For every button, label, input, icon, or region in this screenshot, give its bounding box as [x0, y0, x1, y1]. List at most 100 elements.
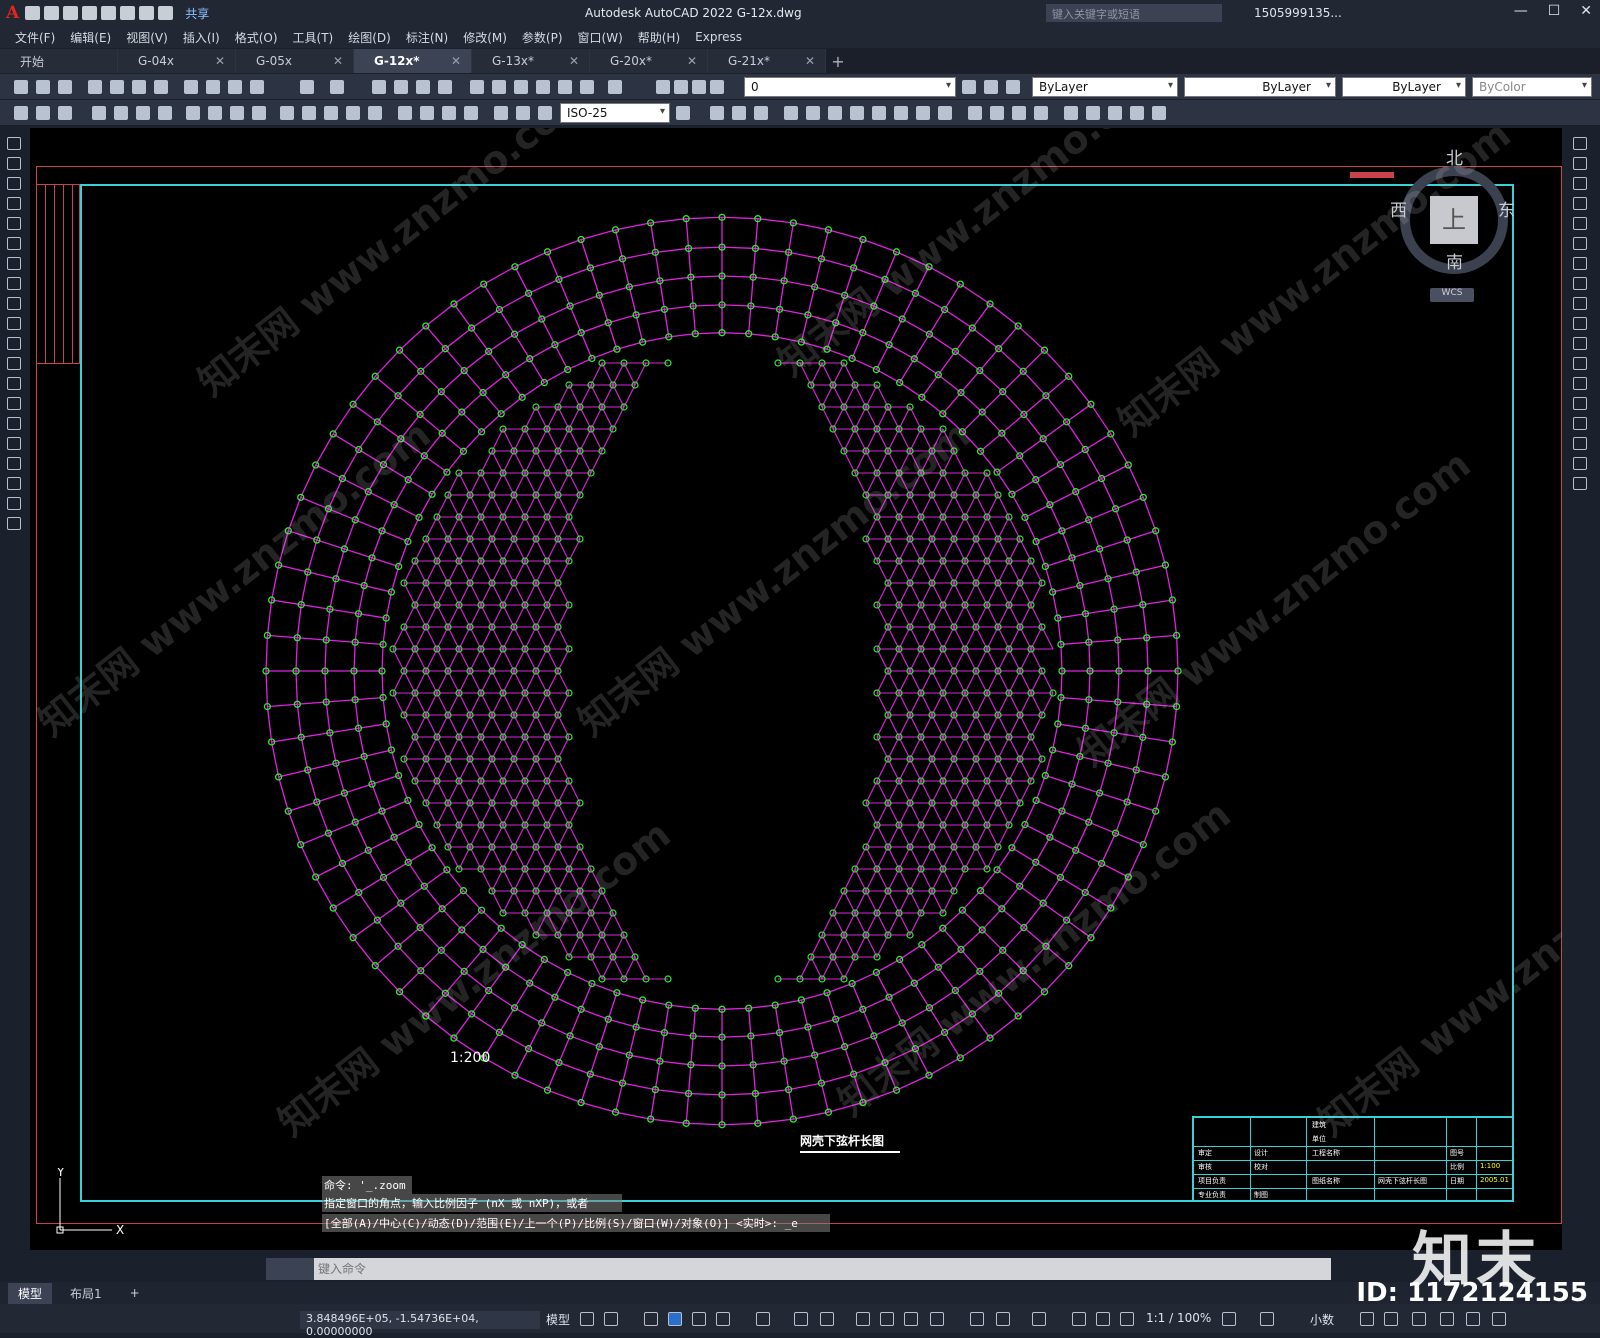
spline-icon[interactable] [7, 297, 21, 310]
solid-edit-icon[interactable] [938, 106, 952, 120]
blend-icon[interactable] [1573, 457, 1587, 470]
layer-on-icon[interactable] [656, 80, 670, 94]
isodraft-icon[interactable] [756, 1312, 770, 1326]
save-icon[interactable] [63, 6, 79, 20]
radius-dim-icon[interactable] [186, 106, 200, 120]
zoom-window-icon[interactable] [416, 80, 430, 94]
jogged-linear-icon[interactable] [464, 106, 478, 120]
copy-icon[interactable] [1573, 157, 1587, 170]
ucs-icon[interactable] [1152, 106, 1166, 120]
annotation-visibility-icon[interactable] [1072, 1312, 1086, 1326]
dim-update-icon[interactable] [538, 106, 552, 120]
annotation-scale-icon[interactable] [1120, 1312, 1134, 1326]
quick-properties-icon[interactable] [1360, 1312, 1374, 1326]
dim-space-icon[interactable] [346, 106, 360, 120]
tab-g-20x[interactable]: G-20x* ✕ [590, 49, 708, 73]
redo-icon[interactable] [330, 80, 344, 94]
tolerance-icon[interactable] [398, 106, 412, 120]
open-icon[interactable] [36, 80, 50, 94]
solid-edit-icon[interactable] [850, 106, 864, 120]
menu-express[interactable]: Express [695, 30, 742, 44]
array-icon[interactable] [1573, 217, 1587, 230]
menu-insert[interactable]: 插入(I) [183, 29, 220, 46]
zoom-previous-icon[interactable] [438, 80, 452, 94]
plot-preview-icon[interactable] [110, 80, 124, 94]
customization-icon[interactable] [1492, 1312, 1506, 1326]
selection-cycling-icon[interactable] [904, 1312, 918, 1326]
object-icon[interactable] [14, 106, 28, 120]
break-icon[interactable] [1573, 377, 1587, 390]
quickcalc-icon[interactable] [580, 80, 594, 94]
join-icon[interactable] [1573, 397, 1587, 410]
dim-style-icon[interactable] [676, 106, 690, 120]
selection-filter-icon[interactable] [996, 1312, 1010, 1326]
tab-g-21x[interactable]: G-21x* ✕ [708, 49, 826, 73]
plot-icon[interactable] [88, 80, 102, 94]
ellipse-icon[interactable] [7, 317, 21, 330]
minimize-icon[interactable]: — [1514, 3, 1528, 19]
dynamic-input-icon[interactable] [668, 1312, 682, 1326]
print-icon[interactable] [120, 6, 136, 20]
design-center-icon[interactable] [492, 80, 506, 94]
move-icon[interactable] [1573, 237, 1587, 250]
lock-ui-icon[interactable] [1384, 1312, 1398, 1326]
make-block-icon[interactable] [7, 377, 21, 390]
drawing-canvas[interactable]: 1:200 网壳下弦杆长图 建筑 单位 工程名称 审定 审核 项目负责 专业负责… [30, 128, 1562, 1250]
tab-g-05x[interactable]: G-05x ✕ [236, 49, 354, 73]
baseline-dim-icon[interactable] [302, 106, 316, 120]
units-dropdown[interactable]: 小数 [1310, 1311, 1334, 1328]
insert-block-icon[interactable] [7, 357, 21, 370]
polygon-icon[interactable] [7, 197, 21, 210]
new-icon[interactable] [25, 6, 41, 20]
layer-properties-icon[interactable] [962, 80, 976, 94]
make-current-icon[interactable] [984, 80, 998, 94]
render-icon[interactable] [990, 106, 1004, 120]
ucs-icon[interactable] [1086, 106, 1100, 120]
undo-icon[interactable] [300, 80, 314, 94]
solid-edit-icon[interactable] [784, 106, 798, 120]
scale-icon[interactable] [1573, 277, 1587, 290]
dynamic-ucs-icon[interactable] [970, 1312, 984, 1326]
redo-icon[interactable] [158, 6, 174, 20]
solid-icon[interactable] [710, 106, 724, 120]
linear-dim-icon[interactable] [92, 106, 106, 120]
ucs-icon[interactable] [1064, 106, 1078, 120]
tab-start[interactable]: 开始 [0, 49, 118, 73]
menu-format[interactable]: 格式(O) [235, 29, 278, 46]
offset-icon[interactable] [1573, 197, 1587, 210]
polyline-icon[interactable] [7, 177, 21, 190]
workspace-gear-icon[interactable] [1222, 1312, 1236, 1326]
save-icon[interactable] [58, 80, 72, 94]
line-icon[interactable] [7, 137, 21, 150]
extend-icon[interactable] [1573, 337, 1587, 350]
dimstyle-dropdown[interactable]: ISO-25 [560, 103, 670, 123]
add-tab-icon[interactable]: + [826, 49, 850, 73]
jogged-dim-icon[interactable] [208, 106, 222, 120]
add-layout-icon[interactable]: + [120, 1284, 150, 1302]
layer-dropdown[interactable]: 0 [744, 77, 956, 97]
annotation-monitor-icon[interactable] [1260, 1312, 1274, 1326]
explode-icon[interactable] [1573, 477, 1587, 490]
ucs-icon[interactable] [1130, 106, 1144, 120]
render-icon[interactable] [1012, 106, 1026, 120]
publish-icon[interactable] [132, 80, 146, 94]
center-mark-icon[interactable] [420, 106, 434, 120]
menu-dimension[interactable]: 标注(N) [406, 29, 448, 46]
match-properties-icon[interactable] [250, 80, 264, 94]
gizmo-icon[interactable] [1032, 1312, 1046, 1326]
solid-edit-icon[interactable] [806, 106, 820, 120]
continue-dim-icon[interactable] [324, 106, 338, 120]
stretch-icon[interactable] [1573, 297, 1587, 310]
rectangle-icon[interactable] [7, 217, 21, 230]
undo-icon[interactable] [139, 6, 155, 20]
gradient-icon[interactable] [7, 437, 21, 450]
publish-icon[interactable] [101, 6, 117, 20]
solid-icon[interactable] [732, 106, 746, 120]
close-icon[interactable]: ✕ [1580, 3, 1592, 19]
command-input[interactable] [314, 1259, 1331, 1279]
hatch-icon[interactable] [7, 417, 21, 430]
inspection-icon[interactable] [442, 106, 456, 120]
mtext-icon[interactable] [7, 497, 21, 510]
region-icon[interactable] [7, 457, 21, 470]
command-line-options-icon[interactable] [266, 1258, 314, 1280]
